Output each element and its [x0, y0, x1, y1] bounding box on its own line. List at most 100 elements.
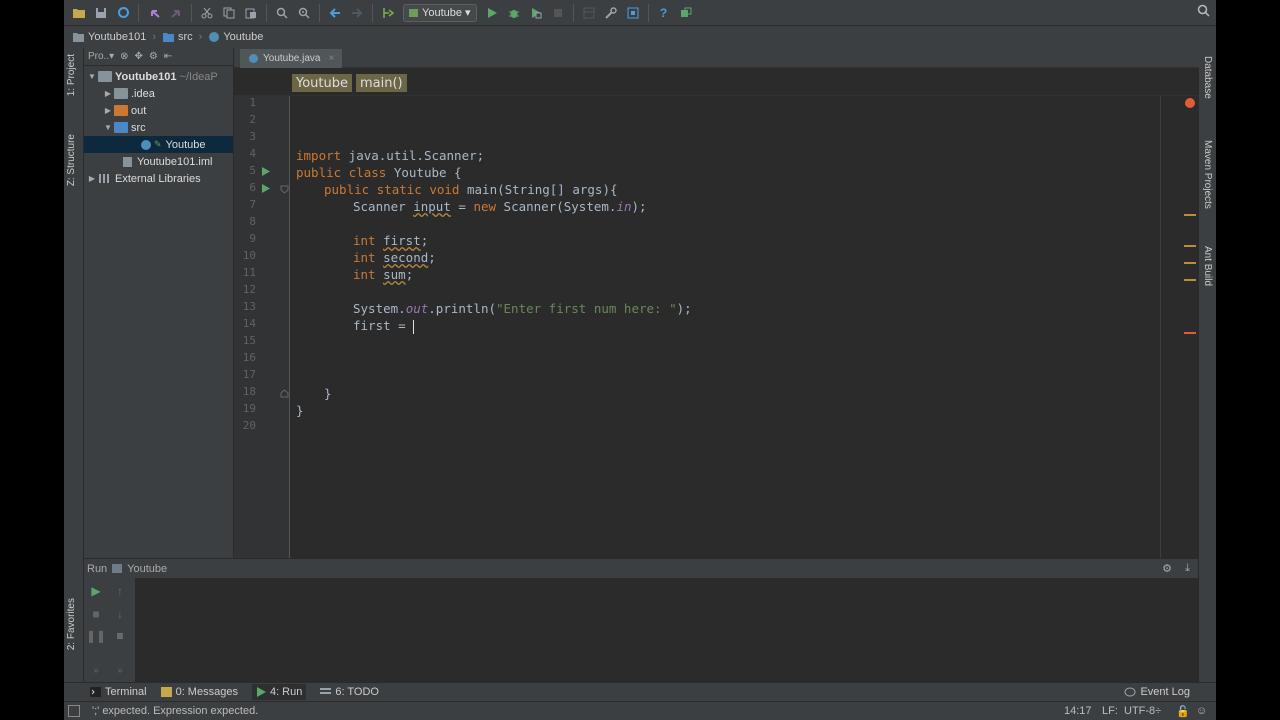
breadcrumb-separator: ›: [152, 31, 156, 43]
arrow-up-icon[interactable]: ↑: [110, 581, 130, 601]
breadcrumb-method-chip[interactable]: main(): [356, 74, 407, 92]
unused-variable: input: [413, 199, 451, 214]
tab-ant-build[interactable]: Ant Build: [1202, 246, 1213, 286]
tree-item-youtube101[interactable]: ▼ Youtube101 ~/IdeaP: [84, 68, 233, 85]
tree-item-src[interactable]: ▼ src: [84, 119, 233, 136]
breadcrumb-class[interactable]: Youtube: [208, 31, 263, 43]
settings-target-icon[interactable]: ⊗: [120, 51, 128, 62]
undo-icon[interactable]: [143, 2, 165, 24]
fold-marker-icon[interactable]: [280, 185, 289, 194]
collapsed-arrow-icon[interactable]: ▶: [102, 89, 114, 98]
hide-panel-icon[interactable]: ⇤: [164, 51, 172, 62]
code-line-18: }: [324, 385, 332, 402]
tab-messages[interactable]: 0: Messages: [160, 686, 238, 698]
tree-item-iml[interactable]: Youtube101.iml: [84, 153, 233, 170]
sdk-icon[interactable]: [622, 2, 644, 24]
save-icon[interactable]: [90, 2, 112, 24]
run-icon[interactable]: [481, 2, 503, 24]
keyword: int: [353, 267, 376, 282]
tab-database[interactable]: Database: [1202, 56, 1213, 99]
redo-icon[interactable]: [165, 2, 187, 24]
plugin-icon[interactable]: [675, 2, 697, 24]
hide-panel-icon[interactable]: ⤓: [1185, 562, 1190, 575]
forward-icon[interactable]: [346, 2, 368, 24]
tab-project[interactable]: 1: Project: [66, 54, 77, 96]
stop-icon[interactable]: [547, 2, 569, 24]
warning-stripe-marker[interactable]: [1184, 279, 1196, 281]
build-icon[interactable]: [377, 2, 399, 24]
editor-tab-youtube-java[interactable]: Youtube.java ×: [240, 49, 343, 68]
cut-icon[interactable]: [196, 2, 218, 24]
line-separator[interactable]: LF:: [1102, 705, 1118, 717]
collapse-icon[interactable]: ✥: [135, 51, 143, 62]
tree-item-out[interactable]: ▶ out: [84, 102, 233, 119]
arrow-down-icon[interactable]: ↓: [110, 604, 130, 624]
sync-icon[interactable]: [112, 2, 134, 24]
close-icon[interactable]: ×: [328, 53, 334, 64]
help-icon[interactable]: ?: [653, 2, 675, 24]
code-line-5: public class Youtube {: [296, 164, 462, 181]
right-margin-guide: [1160, 96, 1161, 558]
coverage-icon[interactable]: [525, 2, 547, 24]
settings-icon[interactable]: [600, 2, 622, 24]
file-encoding[interactable]: UTF-8÷: [1124, 705, 1161, 717]
tab-structure[interactable]: Z: Structure: [66, 134, 77, 186]
breadcrumb-src[interactable]: src: [162, 31, 193, 43]
replace-icon[interactable]: [293, 2, 315, 24]
tree-item-youtube-class[interactable]: ✎ Youtube: [84, 136, 233, 153]
tab-favorites[interactable]: 2: Favorites: [66, 598, 77, 650]
line-number: 7: [249, 198, 256, 211]
project-panel: Pro..▾ ⊗ ✥ ⚙ ⇤ ▼ Youtube101 ~/IdeaP ▶ .i…: [84, 48, 233, 558]
search-icon[interactable]: [1197, 4, 1210, 20]
expanded-arrow-icon[interactable]: ▼: [86, 72, 98, 81]
lock-icon[interactable]: 🔓: [1176, 705, 1190, 718]
caret-position[interactable]: 14:17: [1064, 705, 1092, 717]
pause-icon[interactable]: ❚❚: [86, 626, 106, 646]
error-status-icon[interactable]: [1185, 98, 1195, 108]
collapsed-arrow-icon[interactable]: ▶: [102, 106, 114, 115]
run-gutter-icon[interactable]: [262, 184, 270, 193]
project-view-dropdown[interactable]: Pro..▾: [88, 51, 114, 62]
tab-event-log[interactable]: Event Log: [1124, 686, 1190, 698]
tab-maven-projects[interactable]: Maven Projects: [1202, 140, 1213, 209]
paste-icon[interactable]: [240, 2, 262, 24]
back-icon[interactable]: [324, 2, 346, 24]
code-line-7: Scanner input = new Scanner(System.in);: [353, 198, 647, 215]
project-structure-icon[interactable]: [578, 2, 600, 24]
rerun-icon[interactable]: ▶: [86, 581, 106, 601]
inspector-icon[interactable]: ☺: [1196, 705, 1207, 717]
run-gutter-icon[interactable]: [262, 167, 270, 176]
tree-item-external-libraries[interactable]: ▶ External Libraries: [84, 170, 233, 187]
messages-icon: [160, 686, 172, 697]
excluded-folder-icon: [114, 105, 128, 116]
copy-icon[interactable]: [218, 2, 240, 24]
tab-run[interactable]: 4: Run: [251, 683, 307, 700]
tree-item-idea[interactable]: ▶ .idea: [84, 85, 233, 102]
warning-stripe-marker[interactable]: [1184, 245, 1196, 247]
gear-icon[interactable]: ⚙: [1162, 562, 1172, 575]
warning-stripe-marker[interactable]: [1184, 214, 1196, 216]
stop-icon[interactable]: ■: [86, 604, 106, 624]
find-icon[interactable]: [271, 2, 293, 24]
soft-wrap-icon[interactable]: ≡: [110, 626, 130, 646]
debug-icon[interactable]: [503, 2, 525, 24]
expand-icon[interactable]: »: [110, 660, 130, 680]
run-configuration-dropdown[interactable]: Youtube ▾: [403, 3, 477, 22]
gear-icon[interactable]: ⚙: [149, 51, 158, 62]
error-stripe-marker[interactable]: [1184, 332, 1196, 334]
tab-terminal[interactable]: Terminal: [90, 686, 147, 698]
line-number: 14: [242, 317, 256, 330]
toggle-tool-windows-icon[interactable]: [68, 705, 80, 717]
breadcrumb-project[interactable]: Youtube101: [72, 31, 146, 43]
expand-icon[interactable]: »: [86, 660, 106, 680]
collapsed-arrow-icon[interactable]: ▶: [86, 174, 98, 183]
warning-stripe-marker[interactable]: [1184, 262, 1196, 264]
tab-todo[interactable]: 6: TODO: [320, 686, 379, 698]
run-config-name[interactable]: Youtube: [127, 563, 167, 575]
fold-marker-icon[interactable]: [280, 389, 289, 398]
expanded-arrow-icon[interactable]: ▼: [102, 123, 114, 132]
code-text-area[interactable]: import java.util.Scanner; public class Y…: [291, 96, 1161, 558]
open-folder-icon[interactable]: [68, 2, 90, 24]
breadcrumb-class-chip[interactable]: Youtube: [292, 74, 352, 92]
run-console[interactable]: ▶ ↑ ■ ↓ ❚❚ ≡ » »: [84, 578, 1198, 682]
